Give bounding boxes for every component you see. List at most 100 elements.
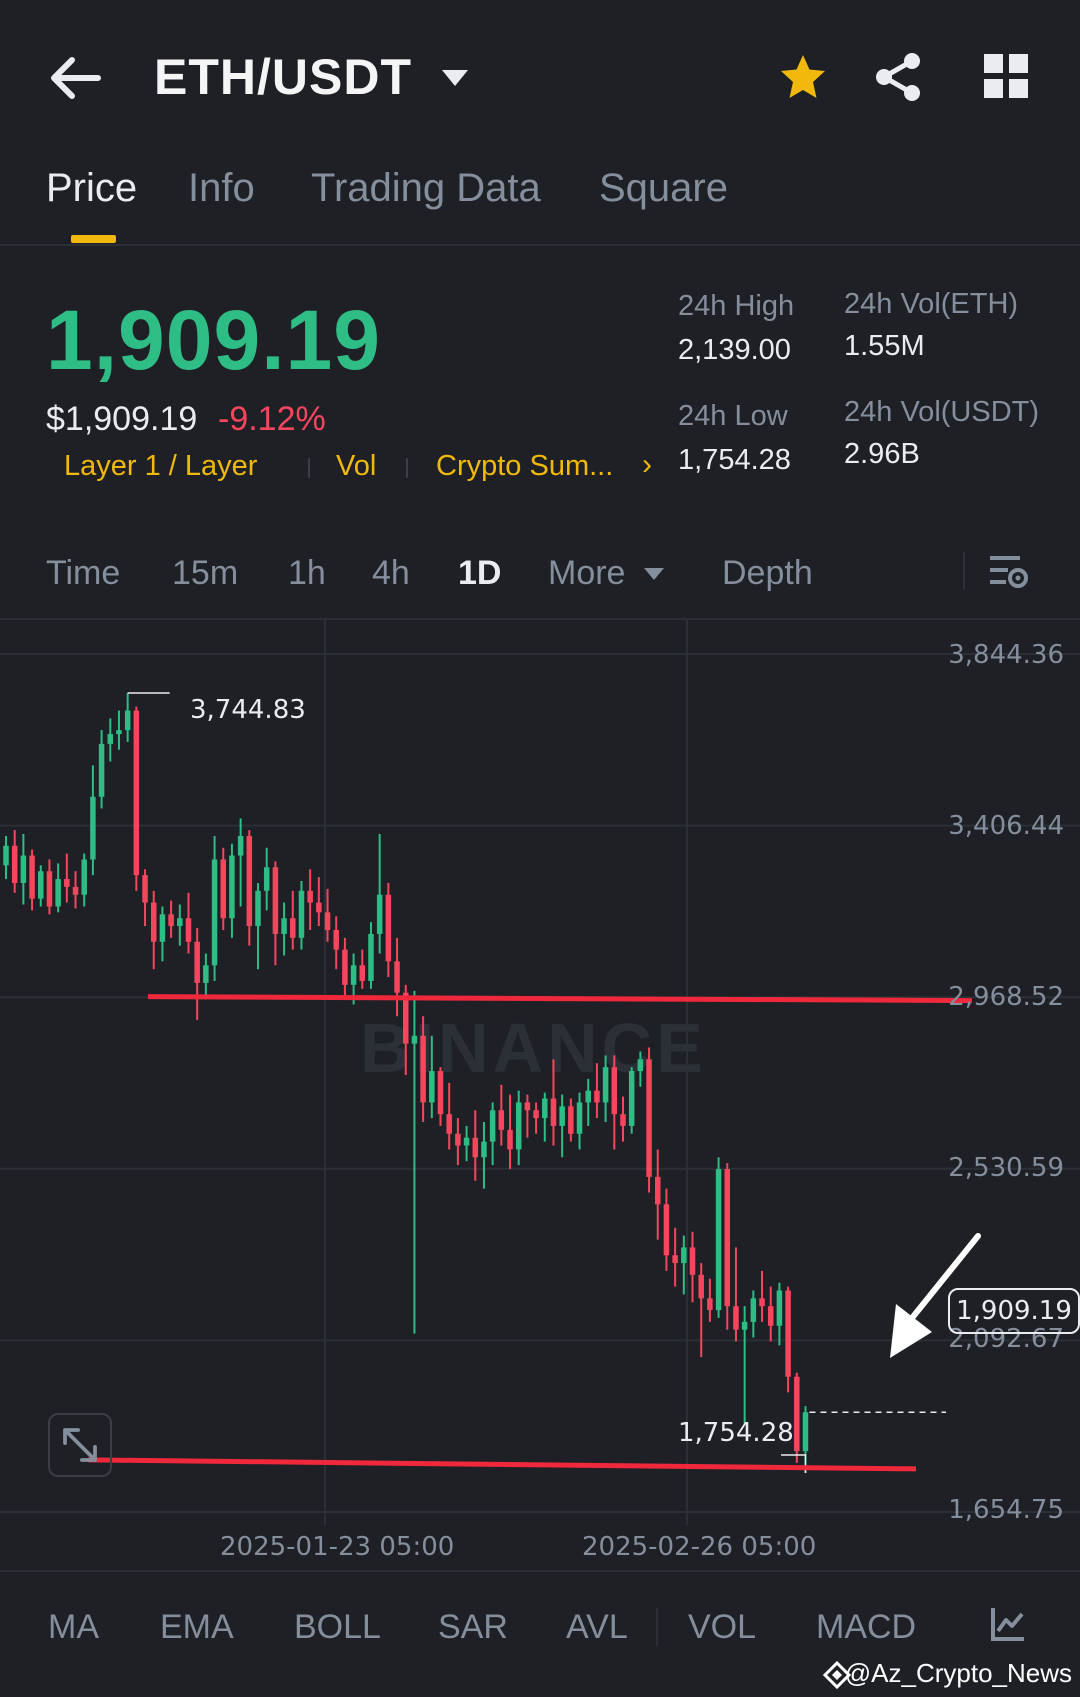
candle-body: [620, 1114, 626, 1126]
candle-body: [168, 914, 174, 927]
tag-crypto-summit[interactable]: Crypto Sum...: [436, 450, 613, 483]
candle-body: [515, 1102, 522, 1150]
candle-body: [46, 871, 53, 907]
last-price: 1,909.19: [46, 293, 381, 387]
candle-body: [463, 1137, 470, 1146]
period-high-annotation: 3,744.83: [190, 695, 306, 725]
candle-body: [290, 918, 296, 938]
candle-body: [498, 1110, 505, 1130]
candle-body: [594, 1090, 600, 1103]
active-tab-indicator: [71, 235, 116, 243]
interval-depth[interactable]: Depth: [722, 554, 813, 593]
candle-body: [611, 1067, 618, 1115]
indicator-macd[interactable]: MACD: [816, 1608, 916, 1647]
candlestick-plot[interactable]: [0, 620, 1080, 1525]
candle-body: [394, 961, 400, 993]
candle-body: [794, 1376, 800, 1452]
candle-body: [72, 886, 79, 895]
interval-1d[interactable]: 1D: [458, 554, 501, 593]
interval-15m[interactable]: 15m: [172, 554, 238, 593]
tag-divider: [308, 458, 310, 478]
x-axis-label: 2025-02-26 05:00: [582, 1532, 817, 1562]
candle-body: [272, 867, 279, 934]
fullscreen-expand-icon[interactable]: [48, 1413, 112, 1477]
candle-body: [741, 1321, 748, 1330]
tag-layer1[interactable]: Layer 1 / Layer: [64, 450, 257, 483]
candle-body: [437, 1071, 444, 1115]
indicator-ma[interactable]: MA: [48, 1608, 99, 1647]
tab-square[interactable]: Square: [599, 166, 728, 211]
candle-body: [689, 1247, 696, 1275]
interval-divider: [963, 552, 965, 590]
candle-body: [150, 902, 157, 942]
stat-24h-vol-usdt-label: 24h Vol(USDT): [844, 396, 1040, 428]
indicator-sar[interactable]: SAR: [438, 1608, 508, 1647]
tab-price[interactable]: Price: [46, 166, 137, 211]
tags-chevron-right-icon[interactable]: ›: [642, 448, 652, 482]
candle-body: [489, 1110, 496, 1142]
candle-body: [507, 1129, 513, 1150]
candle-body: [750, 1298, 757, 1322]
more-caret-down-icon[interactable]: [643, 566, 665, 582]
top-bar: ETH/USDT: [0, 0, 1080, 150]
tab-trading-data[interactable]: Trading Data: [311, 166, 541, 211]
candle-body: [446, 1114, 452, 1134]
candle-body: [707, 1298, 713, 1311]
indicator-boll[interactable]: BOLL: [294, 1608, 381, 1647]
interval-more[interactable]: More: [548, 554, 625, 593]
tab-info[interactable]: Info: [188, 166, 255, 211]
pointer-arrow-head: [890, 1304, 932, 1358]
candle-body: [376, 894, 383, 934]
stat-24h-high-label: 24h High: [678, 290, 795, 322]
candle-body: [3, 845, 9, 866]
y-axis-label: 3,844.36: [948, 640, 1064, 670]
y-axis-label: 2,968.52: [948, 982, 1064, 1012]
candle-body: [316, 902, 322, 913]
x-axis-label: 2025-01-23 05:00: [220, 1532, 455, 1562]
candle-body: [38, 871, 44, 899]
candle-body: [542, 1098, 548, 1119]
candle-body: [263, 867, 270, 891]
drawn-support-line: [87, 1457, 917, 1472]
usd-price: $1,909.19: [46, 400, 198, 438]
candle-body: [776, 1290, 783, 1326]
interval-time[interactable]: Time: [46, 554, 120, 593]
candle-body: [159, 914, 166, 942]
candle-body: [177, 918, 183, 927]
interval-4h[interactable]: 4h: [372, 554, 410, 593]
candle-body: [568, 1106, 574, 1134]
candle-body: [229, 855, 235, 919]
candle-body: [802, 1412, 809, 1452]
indicator-avl[interactable]: AVL: [566, 1608, 628, 1647]
interval-1h[interactable]: 1h: [288, 554, 326, 593]
candle-body: [455, 1133, 461, 1146]
favorite-star-icon[interactable]: [778, 52, 828, 102]
indicator-settings-chart-icon[interactable]: [990, 1606, 1026, 1642]
caret-down-icon[interactable]: [440, 66, 470, 90]
pair-title[interactable]: ETH/USDT: [154, 48, 412, 106]
candle-body: [211, 859, 218, 966]
candle-body: [307, 890, 313, 903]
chart-settings-icon[interactable]: [988, 552, 1028, 594]
candle-body: [64, 879, 70, 887]
indicator-ema[interactable]: EMA: [160, 1608, 234, 1647]
tag-vol[interactable]: Vol: [336, 450, 376, 483]
candle-body: [142, 875, 148, 903]
kline-chart[interactable]: BINANCE 3,844.36 3,406.44 2,968.52 2,530…: [0, 620, 1080, 1525]
candle-body: [20, 855, 27, 883]
share-icon[interactable]: [874, 52, 922, 102]
candle-body: [481, 1141, 487, 1158]
candle-body: [237, 835, 244, 856]
grid-menu-icon[interactable]: [984, 54, 1028, 98]
candle-body: [524, 1102, 531, 1111]
candle-body: [655, 1176, 661, 1205]
candle-body: [55, 879, 61, 907]
candle-body: [350, 965, 357, 985]
candle-body: [359, 965, 366, 981]
candle-body: [281, 918, 287, 934]
stat-24h-vol-eth-label: 24h Vol(ETH): [844, 288, 1019, 320]
candle-body: [81, 859, 87, 895]
indicator-vol[interactable]: VOL: [688, 1608, 756, 1647]
back-arrow-icon[interactable]: [48, 52, 104, 104]
candle-body: [559, 1106, 565, 1126]
